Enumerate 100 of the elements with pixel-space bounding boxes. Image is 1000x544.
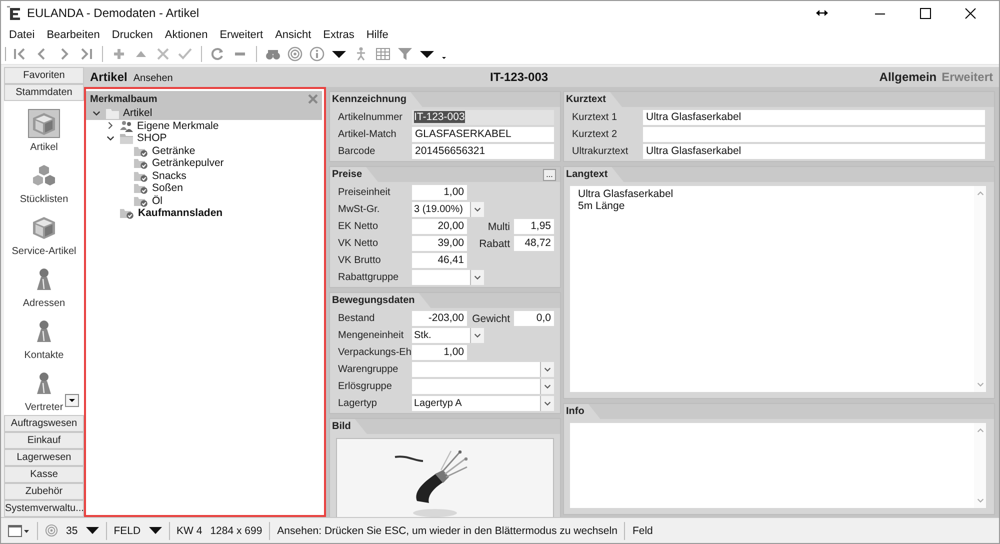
chevron-down-icon[interactable]: [106, 134, 115, 143]
menu-item[interactable]: Ansicht: [269, 28, 318, 40]
number-field[interactable]: 46,41: [412, 253, 467, 268]
scroll-down-icon[interactable]: [976, 380, 984, 389]
dropdown-field[interactable]: Lagertyp A: [412, 396, 554, 411]
section-title: Info: [564, 404, 600, 419]
tree-item[interactable]: Öl: [86, 194, 322, 207]
field-label: Warengruppe: [338, 364, 400, 375]
dropdown-button[interactable]: [65, 394, 79, 407]
view-tab[interactable]: Allgemein: [879, 70, 937, 84]
menu-item[interactable]: Hilfe: [360, 28, 394, 40]
cube-icon: [31, 214, 57, 240]
folder-check-icon: [134, 170, 148, 182]
field-label: Kurztext 1: [572, 112, 618, 123]
number-field[interactable]: 0,0: [514, 311, 554, 326]
chevron-right-icon[interactable]: [106, 121, 115, 130]
nav-item[interactable]: Artikel: [4, 101, 84, 153]
number-field[interactable]: 1,00: [412, 185, 467, 200]
nav-item[interactable]: Adressen: [4, 257, 84, 309]
section-button[interactable]: Kasse: [4, 466, 84, 483]
section-button[interactable]: Favoriten: [4, 67, 84, 84]
section-button[interactable]: Stammdaten: [4, 84, 84, 101]
number-field[interactable]: 1,00: [412, 345, 467, 360]
nav-item[interactable]: Kontakte: [4, 309, 84, 361]
menu-item[interactable]: Bearbeiten: [40, 28, 106, 40]
section-button[interactable]: Zubehör: [4, 483, 84, 500]
menu-item[interactable]: Datei: [3, 28, 41, 40]
number-field[interactable]: 1,95: [514, 219, 554, 234]
window-icon[interactable]: [8, 524, 30, 536]
filter-icon[interactable]: [397, 46, 413, 62]
check-icon[interactable]: [177, 46, 193, 62]
cross-icon[interactable]: [155, 46, 171, 62]
tree-item[interactable]: Getränke: [86, 144, 322, 157]
text-area[interactable]: Ultra Glasfaserkabel 5m Länge: [570, 186, 986, 392]
text-field[interactable]: Ultra Glasfaserkabel: [643, 144, 985, 159]
number-field[interactable]: 48,72: [514, 236, 554, 251]
menu-item[interactable]: Erweitert: [214, 28, 270, 40]
chevron-down-icon: [473, 205, 482, 214]
record-title: IT-123-003: [490, 70, 548, 84]
info-icon[interactable]: [309, 46, 325, 62]
menu-item[interactable]: Extras: [317, 28, 360, 40]
refresh-icon[interactable]: [210, 46, 226, 62]
menu-item[interactable]: Drucken: [106, 28, 159, 40]
number-field[interactable]: 20,00: [412, 219, 467, 234]
scroll-up-icon[interactable]: [976, 189, 984, 198]
maximize-icon[interactable]: [920, 8, 931, 18]
resize-arrows-icon[interactable]: [816, 9, 828, 17]
tree-item[interactable]: Getränkepulver: [86, 157, 322, 170]
mode-label: FELD: [114, 524, 141, 536]
tree-item[interactable]: Kaufmannsladen: [86, 207, 322, 220]
caret-icon[interactable]: [86, 526, 99, 535]
tree-item[interactable]: Snacks: [86, 170, 322, 182]
nav-item[interactable]: Vertreter: [4, 361, 84, 413]
dropdown-field[interactable]: [412, 379, 554, 394]
menu-item[interactable]: Aktionen: [158, 28, 214, 40]
section-button[interactable]: Auftragswesen: [4, 415, 84, 432]
dropdown-button[interactable]: [470, 328, 484, 343]
plus-icon[interactable]: [111, 46, 127, 62]
text-field[interactable]: Ultra Glasfaserkabel: [643, 110, 985, 125]
nav-item[interactable]: Stücklisten: [4, 153, 84, 205]
tree-item[interactable]: Artikel: [86, 107, 322, 120]
dropdown-button[interactable]: [540, 362, 554, 377]
dropdown-button[interactable]: [540, 396, 554, 411]
field-label: Ultrakurztext: [572, 146, 630, 157]
number-field[interactable]: -203,00: [412, 311, 467, 326]
field-label: Barcode: [338, 146, 376, 157]
text-field[interactable]: GLASFASERKABEL: [412, 127, 554, 142]
chevron-down-icon[interactable]: [92, 108, 101, 118]
dropdown-field[interactable]: 3 (19.00%): [412, 202, 484, 217]
scroll-down-icon[interactable]: [976, 496, 984, 505]
cubes-icon: [31, 162, 57, 188]
section-button[interactable]: Systemverwaltu...: [4, 500, 84, 517]
dropdown-button[interactable]: [470, 202, 484, 217]
section-title: Kennzeichnung: [330, 92, 422, 107]
section-button[interactable]: Einkauf: [4, 432, 84, 449]
scroll-up-icon[interactable]: [976, 426, 984, 435]
caret-icon[interactable]: [148, 526, 162, 535]
field-label: Bestand: [338, 313, 376, 324]
text-field[interactable]: IT-123-003: [412, 110, 554, 125]
dropdown-field[interactable]: Stk.: [412, 328, 484, 343]
dropdown-field[interactable]: [412, 270, 484, 285]
table-icon[interactable]: [375, 46, 391, 62]
text-field[interactable]: [643, 127, 985, 142]
text-field[interactable]: 201456656321: [412, 144, 554, 159]
dropdown-button[interactable]: [470, 270, 484, 285]
section-button[interactable]: Lagerwesen: [4, 449, 84, 466]
number-field[interactable]: 39,00: [412, 236, 467, 251]
chevron-down-icon: [473, 273, 482, 282]
close-icon[interactable]: [965, 8, 976, 18]
tree-item[interactable]: Eigene Merkmale: [86, 120, 322, 132]
field-label: Rabattgruppe: [338, 272, 400, 283]
nav-item[interactable]: Service-Artikel: [4, 205, 84, 257]
dropdown-button[interactable]: [540, 379, 554, 394]
tree-item[interactable]: Soßen: [86, 182, 322, 194]
field-label: Multi: [486, 220, 510, 232]
target-icon[interactable]: [287, 46, 303, 62]
field-label: MwSt-Gr.: [338, 204, 381, 215]
dropdown-field[interactable]: [412, 362, 554, 377]
tree-item[interactable]: SHOP: [86, 132, 322, 144]
more-button[interactable]: ...: [543, 168, 556, 180]
